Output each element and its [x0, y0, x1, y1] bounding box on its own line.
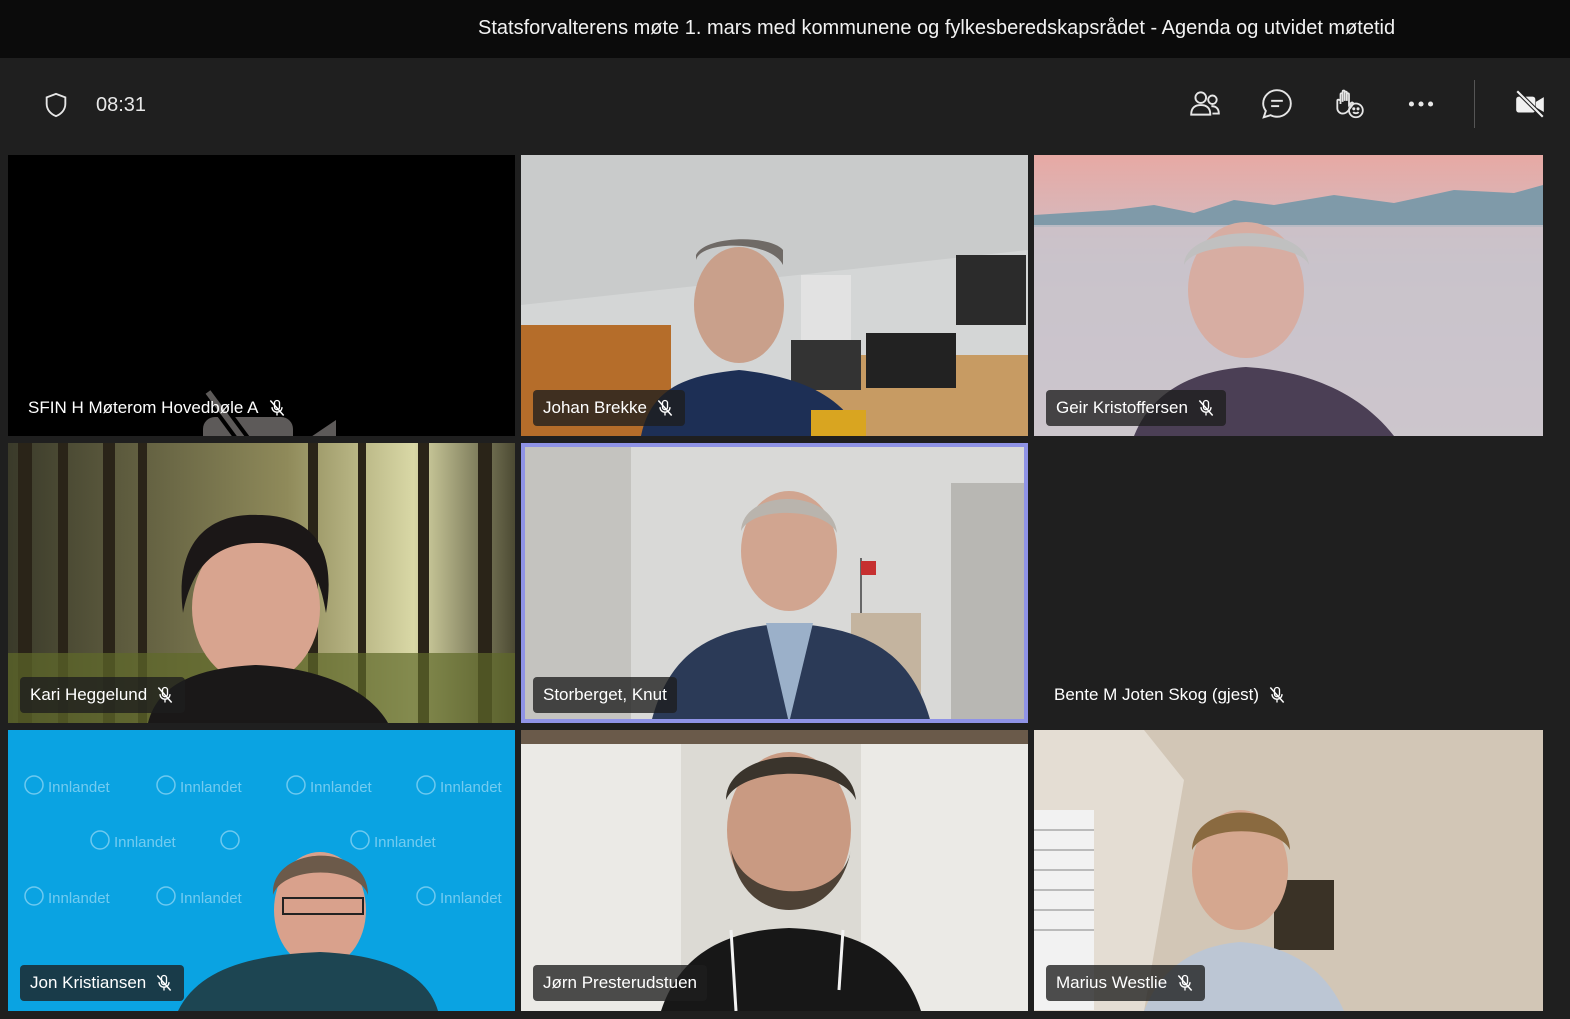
participant-name-label: Marius Westlie — [1046, 965, 1206, 1001]
nho-logo-text: Innlandet — [180, 890, 243, 907]
meeting-title: Statsforvalterens møte 1. mars med kommu… — [478, 17, 1396, 39]
participant-tile[interactable]: SFIN H Møterom Hovedbøle A — [8, 155, 515, 436]
participant-name-label: SFIN H Møterom Hovedbøle A — [18, 390, 297, 426]
participant-tile[interactable]: Geir Kristoffersen — [1034, 155, 1543, 436]
participant-name-label: Johan Brekke — [533, 390, 685, 426]
mic-off-icon — [1196, 398, 1216, 418]
participant-tile-active-speaker[interactable]: Storberget, Knut — [521, 443, 1028, 723]
toolbar-divider — [1474, 80, 1475, 128]
mic-off-icon — [1267, 685, 1287, 705]
nho-logo-text: Innlandet — [440, 890, 503, 907]
chat-icon — [1262, 89, 1292, 119]
participants-button[interactable] — [1185, 84, 1225, 124]
camera-off-icon — [1515, 89, 1545, 119]
mic-off-icon — [655, 398, 675, 418]
participant-name-label: Geir Kristoffersen — [1046, 390, 1226, 426]
participant-name: Bente M Joten Skog (gjest) — [1054, 685, 1260, 704]
nho-logo-text: Innlandet — [440, 779, 503, 796]
participant-name: Storberget, Knut — [543, 685, 667, 704]
mic-off-icon — [1175, 973, 1195, 993]
participant-name: Johan Brekke — [543, 398, 647, 417]
participant-tile[interactable]: Jørn Presterudstuen — [521, 730, 1028, 1011]
participant-name: Kari Heggelund — [30, 685, 148, 704]
participant-name-label: Jørn Presterudstuen — [533, 965, 708, 1001]
title-bar: Statsforvalterens møte 1. mars med kommu… — [0, 0, 1570, 58]
meeting-timer: 08:31 — [96, 94, 147, 116]
people-icon — [1190, 91, 1220, 116]
nho-logo-text: Innlandet — [48, 779, 111, 796]
participant-name: Marius Westlie — [1056, 973, 1168, 992]
mic-off-icon — [267, 398, 287, 418]
participant-tile[interactable]: Johan Brekke — [521, 155, 1028, 436]
nho-logo-text: Innlandet — [48, 890, 111, 907]
chat-button[interactable] — [1257, 84, 1297, 124]
nho-logo-text: Innlandet — [310, 779, 373, 796]
raise-hand-icon — [1336, 89, 1364, 119]
nho-logo-text: Innlandet — [180, 779, 243, 796]
participant-name: Jørn Presterudstuen — [543, 973, 698, 992]
participant-name-label: Bente M Joten Skog (gjest) — [1044, 677, 1297, 713]
participant-name-label: Jon Kristiansen — [20, 965, 185, 1001]
shield-icon[interactable] — [42, 91, 70, 119]
participant-name: Geir Kristoffersen — [1056, 398, 1188, 417]
participant-tile[interactable]: Kari Heggelund — [8, 443, 515, 723]
reactions-button[interactable] — [1329, 84, 1369, 124]
participant-tile[interactable]: Innlandet Innlandet Innlandet Innlandet … — [8, 730, 515, 1011]
meeting-toolbar: 08:31 — [0, 58, 1570, 150]
participant-name-label: Kari Heggelund — [20, 677, 186, 713]
participant-name-label: Storberget, Knut — [533, 677, 677, 713]
mic-off-icon — [154, 973, 174, 993]
more-icon — [1408, 101, 1434, 107]
more-options-button[interactable] — [1401, 84, 1441, 124]
camera-toggle-button[interactable] — [1510, 84, 1550, 124]
participant-name: Jon Kristiansen — [30, 973, 147, 992]
nho-logo-text: Innlandet — [114, 834, 177, 851]
participant-tile[interactable]: Bente M Joten Skog (gjest) — [1034, 443, 1543, 723]
nho-logo-text: Innlandet — [374, 834, 437, 851]
participant-name: SFIN H Møterom Hovedbøle A — [28, 398, 259, 417]
participant-tile[interactable]: Marius Westlie — [1034, 730, 1543, 1011]
mic-off-icon — [155, 685, 175, 705]
